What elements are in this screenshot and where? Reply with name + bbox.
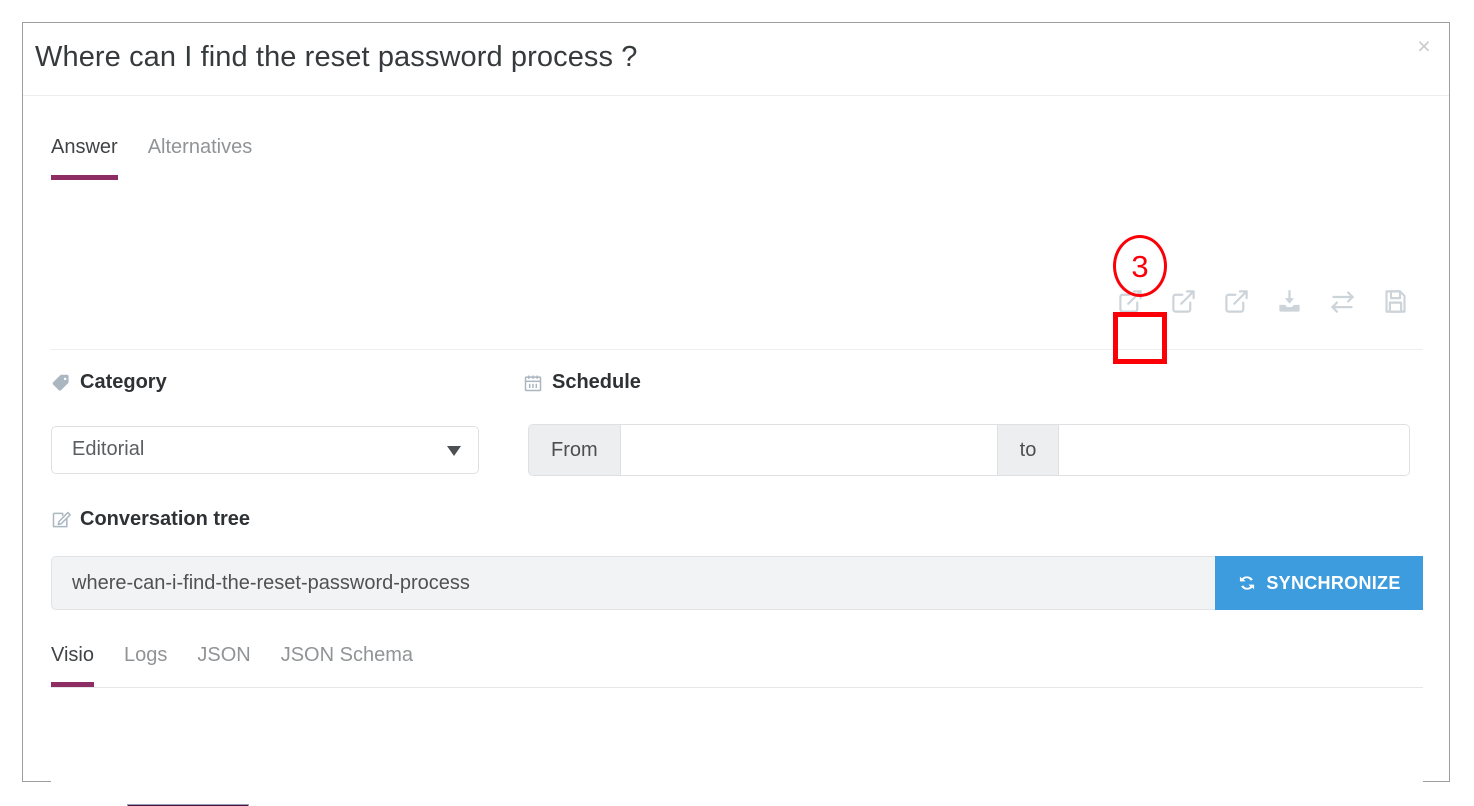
tab-json[interactable]: JSON xyxy=(197,644,250,687)
refresh-icon xyxy=(1237,573,1257,593)
calendar-icon xyxy=(523,373,543,393)
schedule-label: Schedule xyxy=(523,371,641,394)
category-label: Category xyxy=(51,371,167,394)
tab-visio[interactable]: Visio xyxy=(51,644,94,687)
page-title: Where can I find the reset password proc… xyxy=(35,41,638,73)
synchronize-button[interactable]: SYNCHRONIZE xyxy=(1215,556,1423,610)
synchronize-button-label: SYNCHRONIZE xyxy=(1266,572,1401,593)
schedule-to-addon: to xyxy=(996,425,1060,475)
annotation-highlight-box xyxy=(1113,312,1167,364)
schedule-from-input[interactable] xyxy=(620,425,997,475)
schedule-to-input[interactable] xyxy=(1059,425,1409,475)
category-selected-value: Editorial xyxy=(72,438,145,460)
conversation-tree-row: SYNCHRONIZE xyxy=(51,556,1423,610)
answer-editor-modal: Where can I find the reset password proc… xyxy=(22,22,1450,806)
open-external-secondary-icon[interactable] xyxy=(1170,288,1197,315)
schedule-range-group: From to xyxy=(528,424,1410,476)
tab-alternatives[interactable]: Alternatives xyxy=(148,136,253,180)
toolbar-divider xyxy=(51,349,1423,350)
tab-logs[interactable]: Logs xyxy=(124,644,167,687)
screen-root: Where can I find the reset password proc… xyxy=(0,0,1474,806)
conversation-tree-label: Conversation tree xyxy=(51,508,250,531)
open-external-primary-icon[interactable] xyxy=(1117,288,1144,315)
modal-body: Answer Alternatives 3 Category Editorial… xyxy=(23,96,1449,806)
visio-canvas[interactable]: where-can-i-find-the-reset-password-proc… xyxy=(51,708,1423,806)
import-download-icon[interactable] xyxy=(1276,288,1303,315)
conversation-tree-input[interactable] xyxy=(51,556,1215,610)
schedule-from-addon: From xyxy=(529,425,621,475)
chevron-down-icon xyxy=(447,446,461,456)
open-external-tertiary-icon[interactable] xyxy=(1223,288,1250,315)
modal-header: Where can I find the reset password proc… xyxy=(23,23,1449,96)
edit-square-icon xyxy=(51,510,71,530)
tag-icon xyxy=(51,373,71,393)
answer-tabs: Answer Alternatives xyxy=(51,136,282,180)
category-select[interactable]: Editorial xyxy=(51,426,479,474)
exchange-swap-icon[interactable] xyxy=(1329,288,1356,315)
save-icon[interactable] xyxy=(1382,288,1409,315)
close-icon[interactable]: × xyxy=(1409,31,1439,61)
answer-toolbar xyxy=(1117,288,1409,315)
conversation-tree-label-text: Conversation tree xyxy=(80,508,251,530)
tab-json-schema[interactable]: JSON Schema xyxy=(281,644,413,687)
category-label-text: Category xyxy=(80,371,167,393)
conversation-tree-tabs: Visio Logs JSON JSON Schema xyxy=(51,644,1423,688)
tab-answer[interactable]: Answer xyxy=(51,136,118,180)
schedule-label-text: Schedule xyxy=(552,371,641,393)
